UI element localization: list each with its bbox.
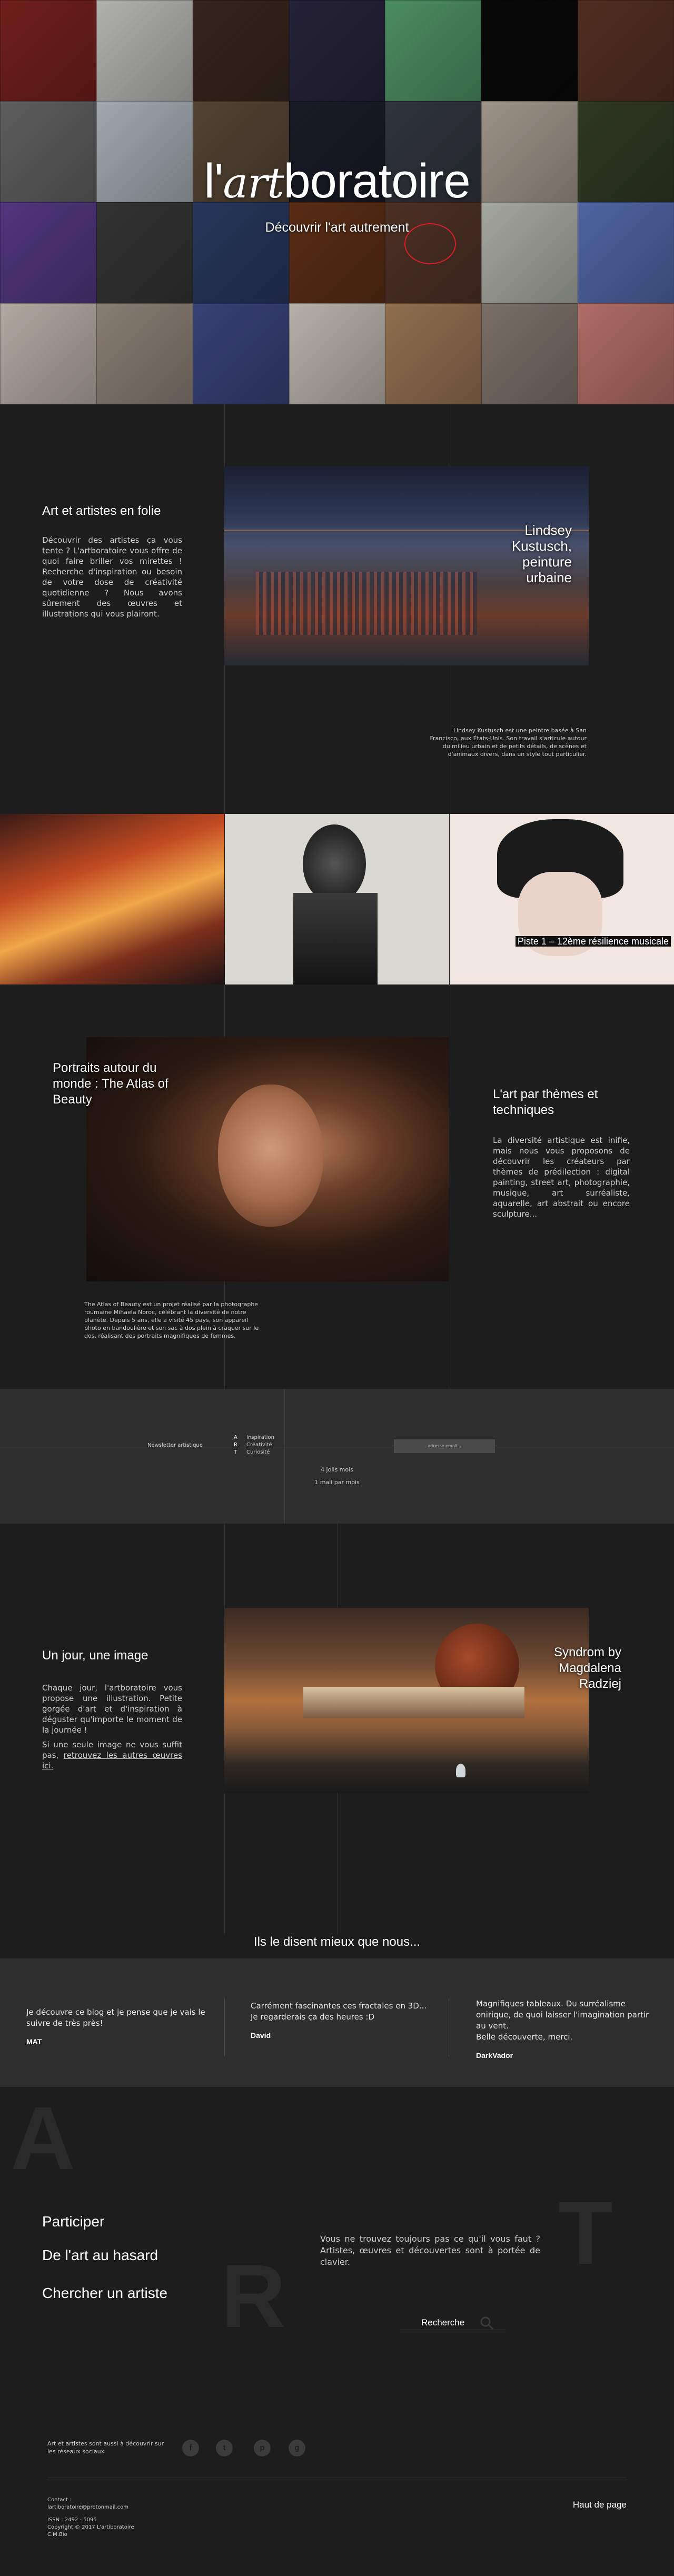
logo-middle: art xyxy=(223,158,284,207)
testimonial-quote: Je découvre ce blog et je pense que je v… xyxy=(26,2007,205,2028)
site-logo[interactable]: l'artboratoire xyxy=(185,154,489,212)
newsletter-email-input[interactable]: adresse email... xyxy=(394,1439,495,1453)
more-artworks-link[interactable]: retrouvez les autres œuvres ici. xyxy=(42,1751,182,1771)
acrostic-letter: R xyxy=(234,1442,237,1448)
legal: C.M.Bio xyxy=(47,2532,67,2538)
themes-text: La diversité artistique est inifie, mais… xyxy=(493,1136,630,1219)
track-tag-label: Piste 1 – 12ème résilience musicale xyxy=(515,936,671,947)
feature-caption: Lindsey Kustusch est une peintre basée à… xyxy=(430,727,587,758)
newsletter-section: Newsletter artistique A Inspiration R Créat… xyxy=(0,1389,674,1524)
testimonial-card: Je découvre ce blog et je pense que je v… xyxy=(26,2007,205,2046)
testimonial-card: Magnifiques tableaux. Du surréalisme oni… xyxy=(476,1998,655,2060)
back-to-top-link[interactable]: Haut de page xyxy=(527,2500,627,2510)
daily-image-section: Un jour, une image Chaque jour, l'artbor… xyxy=(0,1524,674,1934)
newsletter-frequency: 4 jolis mois xyxy=(321,1466,353,1473)
portraits-caption: The Atlas of Beauty est un projet réalis… xyxy=(84,1301,259,1339)
acrostic-word: Inspiration xyxy=(246,1435,275,1440)
hand-drawn-circle xyxy=(404,223,456,264)
acrostic-row: R Créativité xyxy=(234,1441,339,1449)
testimonials-section: Ils le disent mieux que nous... Je décou… xyxy=(0,1934,674,2087)
search-label: Recherche xyxy=(421,2318,465,2328)
acrostic-letter: T xyxy=(234,1449,237,1455)
footer: A R T Participer De l'art au hasard Cher… xyxy=(0,2087,674,2576)
acrostic-word: Créativité xyxy=(246,1442,272,1448)
testimonials-band: Je découvre ce blog et je pense que je v… xyxy=(0,1958,674,2087)
divider xyxy=(224,1998,225,2056)
twitter-icon[interactable]: t xyxy=(216,2440,233,2456)
testimonial-author: David xyxy=(251,2031,271,2040)
testimonial-author: DarkVador xyxy=(476,2051,513,2060)
image-strip: Piste 1 – 12ème résilience musicale xyxy=(0,814,674,984)
daily-heading: Un jour, une image xyxy=(42,1648,148,1663)
hero-banner: l'artboratoire Découvrir l'art autrement xyxy=(0,0,674,404)
pinterest-icon[interactable]: p xyxy=(254,2440,271,2456)
testimonials-heading: Ils le disent mieux que nous... xyxy=(253,1935,421,1949)
daily-feature-title: Syndrom by Magdalena Radziej xyxy=(553,1645,621,1691)
image-detail xyxy=(303,1687,524,1718)
woman-sketch-artwork[interactable] xyxy=(225,814,449,984)
image-detail xyxy=(218,1085,323,1227)
themes-heading: L'art par thèmes et techniques xyxy=(493,1087,598,1117)
footer-search-text: Vous ne trouvez toujours pas ce qu'il vo… xyxy=(320,2234,540,2267)
train-station-artwork[interactable] xyxy=(0,814,224,984)
find-artist-link[interactable]: Chercher un artiste xyxy=(42,2285,167,2302)
portraits-section: Portraits autour du monde : The Atlas of… xyxy=(0,984,674,1389)
testimonial-quote: Carrément fascinantes ces fractales en 3… xyxy=(251,2001,427,2022)
copyright: Copyright © 2017 L'artiboratoire xyxy=(47,2524,134,2530)
issn: ISSN : 2492 - 5095 xyxy=(47,2517,97,2523)
acrostic-row: A Inspiration xyxy=(234,1434,339,1441)
random-art-link[interactable]: De l'art au hasard xyxy=(42,2247,158,2264)
logo-tail: boratoire xyxy=(283,154,471,208)
track-tag: Piste 1 – 12ème résilience musicale xyxy=(508,935,671,948)
image-detail xyxy=(456,1764,465,1777)
testimonial-quote: Magnifiques tableaux. Du surréalisme oni… xyxy=(476,1999,649,2042)
decorative-letter-t: T xyxy=(558,2183,613,2283)
participate-link[interactable]: Participer xyxy=(42,2213,104,2230)
image-detail xyxy=(256,572,477,635)
feature-image-lindsey[interactable]: Lindsey Kustusch, peinture urbaine xyxy=(224,466,589,665)
logo-lead: l' xyxy=(204,154,223,208)
acrostic-letter: A xyxy=(234,1435,237,1440)
contact-email[interactable]: lartiboratoire@protonmail.com xyxy=(47,2504,205,2511)
newsletter-acrostic: A Inspiration R Créativité T Curiosité xyxy=(234,1434,339,1456)
feature-title: Lindsey Kustusch, peinture urbaine xyxy=(511,522,572,585)
daily-feature-image[interactable] xyxy=(224,1608,589,1793)
decorative-letter-a: A xyxy=(11,2088,75,2189)
daily-text: Chaque jour, l'artboratoire vous propose… xyxy=(42,1683,182,1735)
decorative-letter-r: R xyxy=(221,2246,286,2346)
search-icon[interactable] xyxy=(479,2315,495,2331)
image-detail xyxy=(293,893,378,984)
anime-boy-artwork[interactable]: Piste 1 – 12ème résilience musicale xyxy=(450,814,674,984)
contact-label: Contact : xyxy=(47,2497,72,2503)
testimonial-card: Carrément fascinantes ces fractales en 3… xyxy=(251,2001,430,2040)
acrostic-row: T Curiosité xyxy=(234,1449,339,1456)
intro-text: Découvrir des artistes ça vous tente ? L… xyxy=(42,535,182,619)
testimonial-author: MAT xyxy=(26,2037,42,2046)
portraits-title: Portraits autour du monde : The Atlas of… xyxy=(53,1061,168,1107)
intro-heading: Art et artistes en folie xyxy=(42,504,161,518)
divider xyxy=(284,1389,285,1524)
image-detail xyxy=(303,824,366,903)
social-text: Art et artistes sont aussi à découvrir s… xyxy=(47,2440,164,2455)
facebook-icon[interactable]: f xyxy=(182,2440,199,2456)
footer-search-field[interactable]: Recherche xyxy=(400,2314,506,2330)
daily-text-more: Si une seule image ne vous suffit pas, r… xyxy=(42,1739,182,1771)
acrostic-word: Curiosité xyxy=(246,1449,270,1455)
footer-contact: Contact : lartiboratoire@protonmail.com … xyxy=(47,2497,205,2539)
newsletter-frequency-detail: 1 mail par mois xyxy=(314,1479,360,1486)
intro-section: Art et artistes en folie Découvrir des a… xyxy=(0,404,674,814)
googleplus-icon[interactable]: g xyxy=(289,2440,305,2456)
